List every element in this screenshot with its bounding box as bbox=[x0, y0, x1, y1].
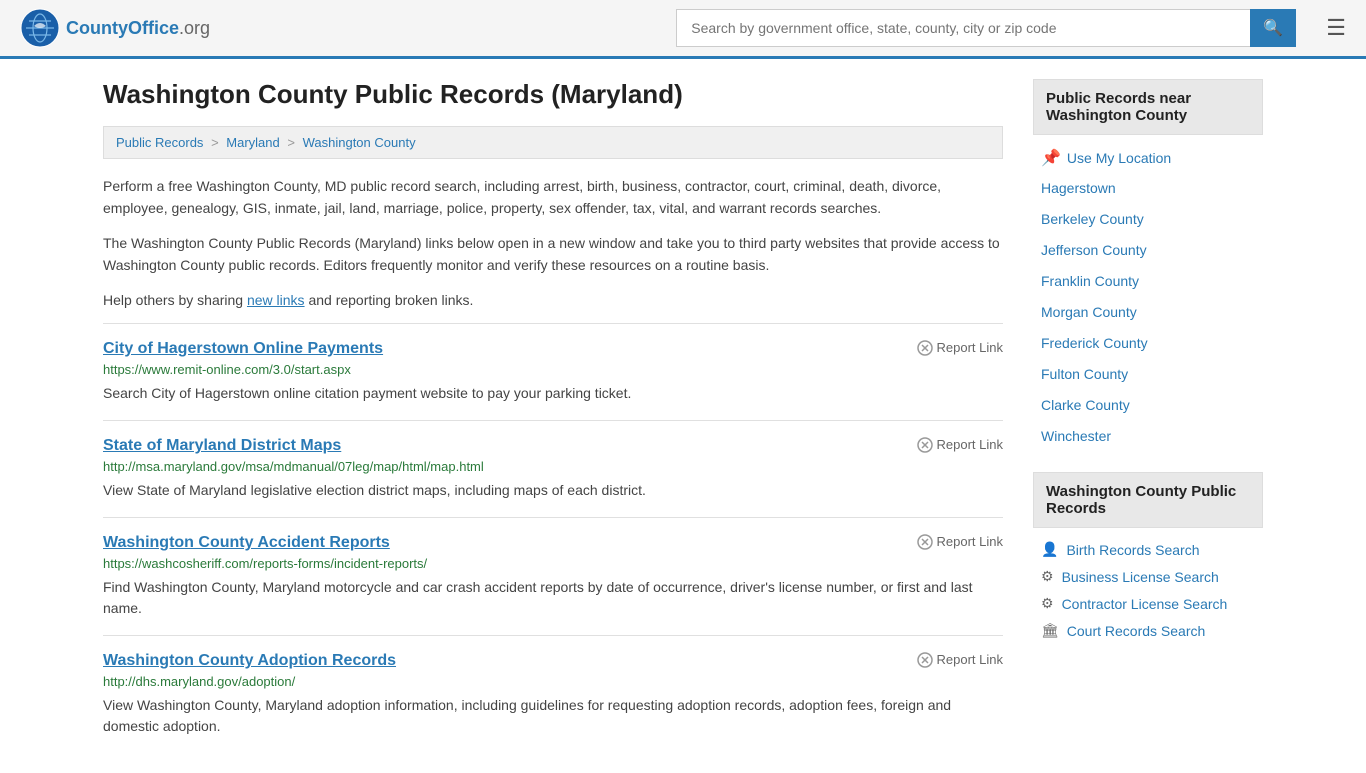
nearby-place-3[interactable]: Franklin County bbox=[1033, 266, 1263, 297]
record-url-2: https://washcosheriff.com/reports-forms/… bbox=[103, 556, 1003, 571]
location-pin-icon: 📌 bbox=[1041, 148, 1061, 168]
sidebar-record-label-2: Contractor License Search bbox=[1062, 596, 1228, 612]
sidebar-record-label-3: Court Records Search bbox=[1067, 623, 1206, 639]
report-icon bbox=[917, 340, 933, 356]
record-header: State of Maryland District Maps Report L… bbox=[103, 437, 1003, 459]
nearby-place-8[interactable]: Winchester bbox=[1033, 421, 1263, 452]
gear-icon: ⚙ bbox=[1041, 595, 1054, 612]
description-p1: Perform a free Washington County, MD pub… bbox=[103, 175, 1003, 220]
record-url-0: https://www.remit-online.com/3.0/start.a… bbox=[103, 362, 1003, 377]
breadcrumb-maryland[interactable]: Maryland bbox=[226, 135, 279, 150]
content-area: Washington County Public Records (Maryla… bbox=[103, 79, 1003, 753]
use-my-location-link[interactable]: 📌 Use My Location bbox=[1033, 143, 1263, 173]
sidebar-record-label-1: Business License Search bbox=[1062, 569, 1219, 585]
breadcrumb-public-records[interactable]: Public Records bbox=[116, 135, 203, 150]
record-url-3: http://dhs.maryland.gov/adoption/ bbox=[103, 674, 1003, 689]
record-item: Washington County Accident Reports Repor… bbox=[103, 517, 1003, 635]
description-p3: Help others by sharing new links and rep… bbox=[103, 289, 1003, 311]
record-desc-3: View Washington County, Maryland adoptio… bbox=[103, 695, 1003, 737]
breadcrumb-separator: > bbox=[287, 135, 298, 150]
nearby-place-2[interactable]: Jefferson County bbox=[1033, 235, 1263, 266]
record-header: City of Hagerstown Online Payments Repor… bbox=[103, 340, 1003, 362]
sidebar-record-3[interactable]: 🏛 Court Records Search bbox=[1033, 617, 1263, 644]
breadcrumb-washington-county[interactable]: Washington County bbox=[303, 135, 416, 150]
nearby-place-7[interactable]: Clarke County bbox=[1033, 390, 1263, 421]
record-title-0[interactable]: City of Hagerstown Online Payments bbox=[103, 340, 383, 358]
record-item: Washington County Adoption Records Repor… bbox=[103, 635, 1003, 753]
gear-icon: ⚙ bbox=[1041, 568, 1054, 585]
search-input[interactable] bbox=[676, 9, 1250, 47]
menu-button[interactable]: ☰ bbox=[1326, 15, 1346, 41]
building-icon: 🏛 bbox=[1041, 622, 1059, 639]
records-sidebar-header: Washington County Public Records bbox=[1033, 472, 1263, 528]
search-icon: 🔍 bbox=[1263, 20, 1283, 37]
record-title-1[interactable]: State of Maryland District Maps bbox=[103, 437, 341, 455]
main-container: Washington County Public Records (Maryla… bbox=[83, 59, 1283, 773]
search-button[interactable]: 🔍 bbox=[1250, 9, 1296, 47]
breadcrumb-separator: > bbox=[211, 135, 222, 150]
sidebar-record-label-0: Birth Records Search bbox=[1066, 542, 1199, 558]
record-desc-2: Find Washington County, Maryland motorcy… bbox=[103, 577, 1003, 619]
site-header: CountyOffice.org 🔍 ☰ bbox=[0, 0, 1366, 59]
sidebar-records-list: 👤 Birth Records Search ⚙ Business License S… bbox=[1033, 536, 1263, 644]
record-header: Washington County Adoption Records Repor… bbox=[103, 652, 1003, 674]
nearby-place-6[interactable]: Fulton County bbox=[1033, 359, 1263, 390]
sidebar: Public Records near Washington County 📌 … bbox=[1033, 79, 1263, 753]
record-header: Washington County Accident Reports Repor… bbox=[103, 534, 1003, 556]
page-title: Washington County Public Records (Maryla… bbox=[103, 79, 1003, 110]
nearby-places-list: HagerstownBerkeley CountyJefferson Count… bbox=[1033, 173, 1263, 452]
record-desc-1: View State of Maryland legislative elect… bbox=[103, 480, 1003, 501]
report-link-0[interactable]: Report Link bbox=[917, 340, 1003, 356]
logo-text: CountyOffice.org bbox=[66, 18, 210, 39]
sidebar-record-1[interactable]: ⚙ Business License Search bbox=[1033, 563, 1263, 590]
sidebar-record-2[interactable]: ⚙ Contractor License Search bbox=[1033, 590, 1263, 617]
nearby-header: Public Records near Washington County bbox=[1033, 79, 1263, 135]
record-title-3[interactable]: Washington County Adoption Records bbox=[103, 652, 396, 670]
description-p2: The Washington County Public Records (Ma… bbox=[103, 232, 1003, 277]
nearby-section: Public Records near Washington County 📌 … bbox=[1033, 79, 1263, 452]
record-url-1: http://msa.maryland.gov/msa/mdmanual/07l… bbox=[103, 459, 1003, 474]
record-title-2[interactable]: Washington County Accident Reports bbox=[103, 534, 390, 552]
new-links-link[interactable]: new links bbox=[247, 292, 305, 308]
records-list: City of Hagerstown Online Payments Repor… bbox=[103, 323, 1003, 753]
report-icon bbox=[917, 652, 933, 668]
description: Perform a free Washington County, MD pub… bbox=[103, 175, 1003, 311]
nearby-place-1[interactable]: Berkeley County bbox=[1033, 204, 1263, 235]
records-section: Washington County Public Records 👤 Birth … bbox=[1033, 472, 1263, 644]
sidebar-record-0[interactable]: 👤 Birth Records Search bbox=[1033, 536, 1263, 563]
record-item: City of Hagerstown Online Payments Repor… bbox=[103, 323, 1003, 420]
report-link-1[interactable]: Report Link bbox=[917, 437, 1003, 453]
breadcrumb: Public Records > Maryland > Washington C… bbox=[103, 126, 1003, 159]
record-desc-0: Search City of Hagerstown online citatio… bbox=[103, 383, 1003, 404]
site-logo[interactable]: CountyOffice.org bbox=[20, 8, 210, 48]
nearby-place-4[interactable]: Morgan County bbox=[1033, 297, 1263, 328]
report-link-3[interactable]: Report Link bbox=[917, 652, 1003, 668]
nearby-place-0[interactable]: Hagerstown bbox=[1033, 173, 1263, 204]
search-area: 🔍 bbox=[676, 9, 1296, 47]
report-icon bbox=[917, 437, 933, 453]
logo-icon bbox=[20, 8, 60, 48]
nearby-place-5[interactable]: Frederick County bbox=[1033, 328, 1263, 359]
hamburger-icon: ☰ bbox=[1326, 15, 1346, 40]
report-icon bbox=[917, 534, 933, 550]
record-item: State of Maryland District Maps Report L… bbox=[103, 420, 1003, 517]
report-link-2[interactable]: Report Link bbox=[917, 534, 1003, 550]
person-icon: 👤 bbox=[1041, 541, 1058, 558]
